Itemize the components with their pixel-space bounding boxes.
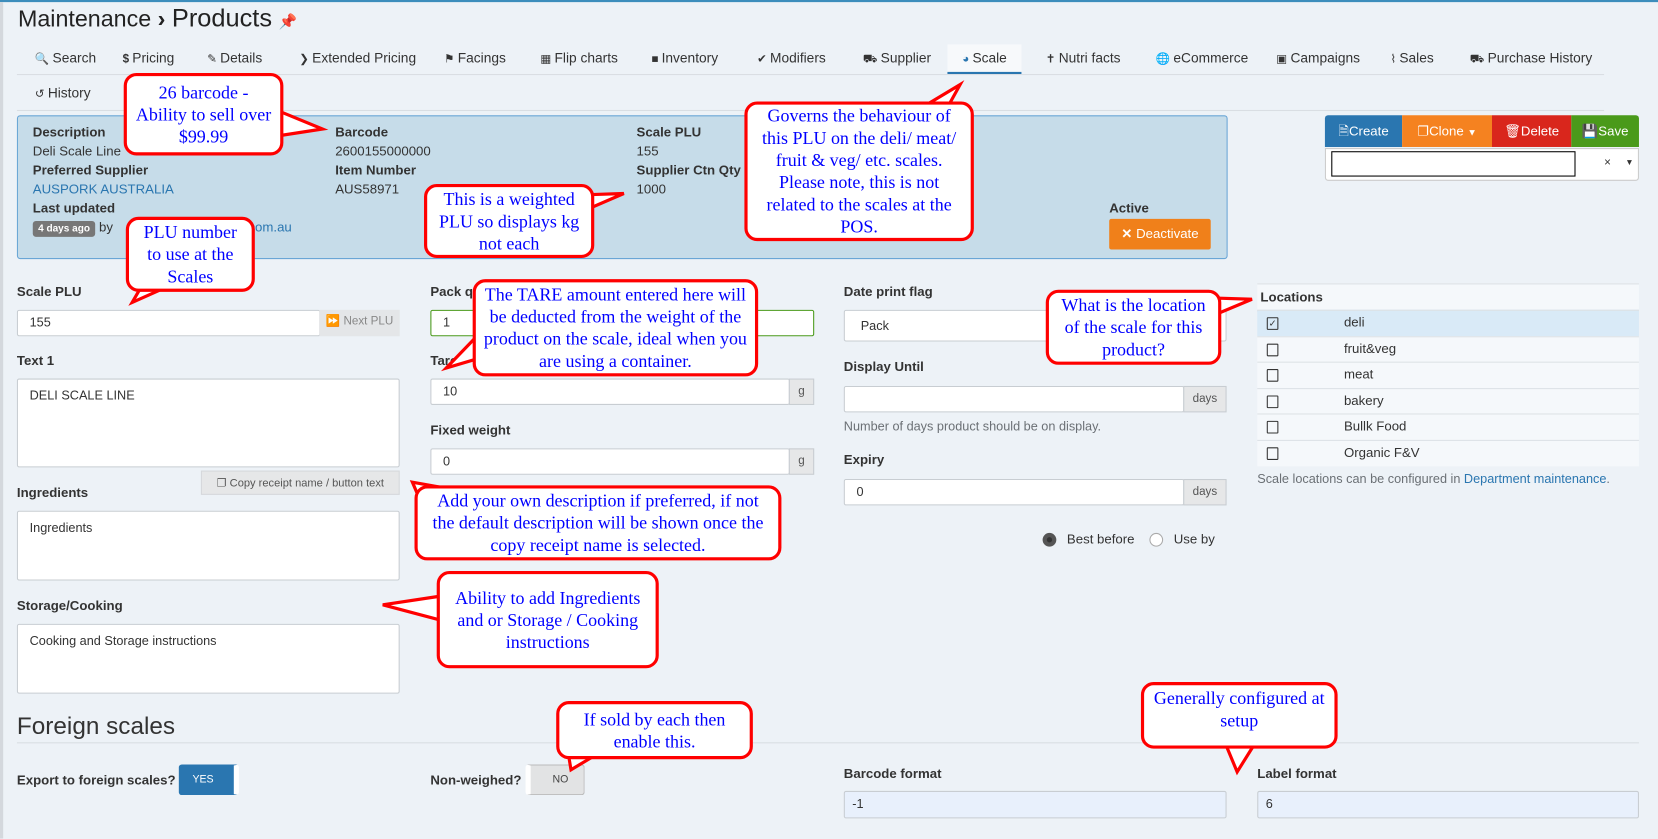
callout-tail	[590, 191, 625, 210]
callout-non-weighed: If sold by each then enable this.	[556, 701, 753, 760]
callout-tare: The TARE amount entered here will be ded…	[472, 279, 759, 377]
callout-barcode: 26 barcode - Ability to sell over $99.99	[123, 72, 284, 156]
callout-plu-number: PLU number to use at the Scales	[125, 216, 255, 292]
callout-scale-tab: Governs the behaviour of this PLU on the…	[744, 101, 974, 242]
callout-location: What is the location of the scale for th…	[1045, 289, 1222, 365]
page: Maintenance › Products 📌 🔍 Search $ Pricin…	[0, 0, 1658, 839]
callout-setup: Generally configured at setup	[1140, 682, 1338, 749]
callout-weighted-plu: This is a weighted PLU so displays kg no…	[424, 183, 595, 259]
callout-tail	[279, 109, 329, 138]
callout-tail	[1224, 744, 1256, 776]
callout-tail	[382, 594, 441, 622]
callout-tail	[1217, 296, 1253, 316]
callout-description: Add your own description if preferred, i…	[414, 485, 782, 561]
callout-ingredients: Ability to add Ingredients and or Storag…	[436, 570, 659, 669]
callout-tail	[440, 334, 477, 372]
